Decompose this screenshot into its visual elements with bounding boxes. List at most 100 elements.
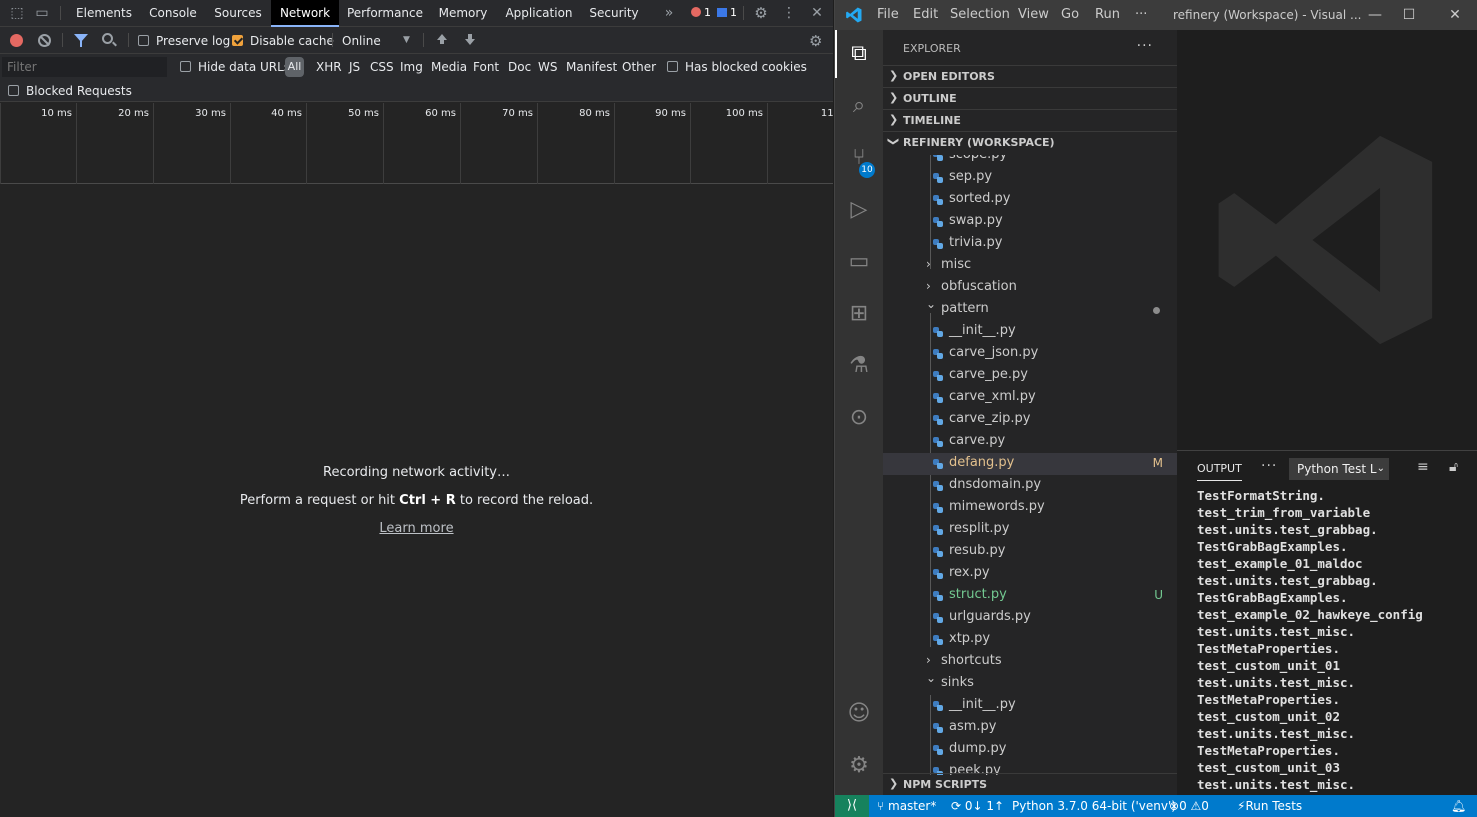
settings-gear-icon[interactable]: ⚙: [752, 4, 770, 22]
section-outline[interactable]: ❯ OUTLINE: [883, 87, 1177, 109]
menu-go[interactable]: Go: [1061, 7, 1079, 22]
tree-file[interactable]: struct.py U: [883, 585, 1177, 607]
problems-indicator[interactable]: ⊗0 ⚠0: [1169, 799, 1209, 813]
throttling-select[interactable]: Online: [342, 34, 381, 48]
filter-type-img[interactable]: Img: [400, 60, 423, 74]
filter-type-ws[interactable]: WS: [538, 60, 557, 74]
filter-type-doc[interactable]: Doc: [508, 60, 531, 74]
search-icon[interactable]: ⌕: [835, 82, 883, 130]
tab-console[interactable]: Console: [140, 0, 206, 27]
tree-folder[interactable]: › obfuscation: [883, 277, 1177, 299]
output-channel-select[interactable]: Python Test L ⌄: [1289, 458, 1389, 480]
tree-file[interactable]: defang.py M: [883, 453, 1177, 475]
notifications-bell-icon[interactable]: 🔔︎: [1451, 799, 1466, 813]
tree-file[interactable]: rex.py: [883, 563, 1177, 585]
git-graph-icon[interactable]: ⊙: [835, 394, 883, 442]
filter-type-js[interactable]: JS: [349, 60, 360, 74]
section-workspace[interactable]: ❯ REFINERY (WORKSPACE): [883, 131, 1177, 153]
tree-file[interactable]: resub.py: [883, 541, 1177, 563]
source-control-icon[interactable]: ⑂ 10: [835, 134, 883, 182]
remote-explorer-icon[interactable]: ▭: [835, 238, 883, 286]
filter-type-css[interactable]: CSS: [370, 60, 394, 74]
tree-file[interactable]: __init__.py: [883, 321, 1177, 343]
tree-file[interactable]: carve_pe.py: [883, 365, 1177, 387]
filter-type-media[interactable]: Media: [431, 60, 467, 74]
maximize-icon[interactable]: ☐: [1399, 5, 1419, 25]
tree-folder[interactable]: › misc: [883, 255, 1177, 277]
panel-more-icon[interactable]: ···: [1261, 458, 1277, 474]
menu-file[interactable]: File: [877, 7, 899, 22]
network-settings-gear-icon[interactable]: ⚙: [809, 33, 822, 49]
filter-toggle-icon[interactable]: [74, 34, 88, 47]
tab-sources[interactable]: Sources: [206, 0, 270, 27]
filter-type-manifest[interactable]: Manifest: [566, 60, 617, 74]
menu-run[interactable]: Run: [1095, 7, 1120, 22]
lock-scroll-icon[interactable]: 🔓︎: [1449, 459, 1458, 475]
tree-file[interactable]: carve_json.py: [883, 343, 1177, 365]
close-devtools-icon[interactable]: ✕: [808, 4, 826, 22]
tree-file[interactable]: carve_xml.py: [883, 387, 1177, 409]
tree-file[interactable]: dump.py: [883, 739, 1177, 761]
tree-folder[interactable]: › shortcuts: [883, 651, 1177, 673]
search-icon[interactable]: [102, 33, 113, 44]
section-timeline[interactable]: ❯ TIMELINE: [883, 109, 1177, 131]
tab-network[interactable]: Network: [271, 0, 339, 27]
menu-edit[interactable]: Edit: [913, 7, 938, 22]
minimize-icon[interactable]: —: [1365, 5, 1385, 25]
explorer-icon[interactable]: ⧉: [835, 30, 883, 78]
record-button[interactable]: [10, 34, 23, 47]
python-interpreter[interactable]: Python 3.7.0 64-bit ('venv'): [1012, 799, 1176, 813]
sync-indicator[interactable]: ⟳ 0↓ 1↑: [951, 799, 1004, 813]
run-debug-icon[interactable]: ▷: [835, 186, 883, 234]
menu-more-icon[interactable]: ···: [1135, 7, 1147, 22]
disable-cache-checkbox[interactable]: [232, 35, 243, 46]
tree-file[interactable]: xtp.py: [883, 629, 1177, 651]
tree-file[interactable]: resplit.py: [883, 519, 1177, 541]
tree-folder[interactable]: ⌄ sinks: [883, 671, 1177, 695]
clear-button[interactable]: [38, 34, 51, 47]
tab-application[interactable]: Application: [498, 0, 580, 27]
tree-file[interactable]: scope.py: [883, 155, 1177, 167]
filter-type-font[interactable]: Font: [473, 60, 499, 74]
tree-file[interactable]: asm.py: [883, 717, 1177, 739]
tree-file[interactable]: mimewords.py: [883, 497, 1177, 519]
extensions-icon[interactable]: ⊞: [835, 290, 883, 338]
tab-performance[interactable]: Performance: [339, 0, 431, 27]
output-log[interactable]: TestFormatString. test_trim_from_variable…: [1197, 487, 1467, 792]
timeline-overview[interactable]: 10 ms 20 ms 30 ms 40 ms 50 ms 60 ms 70 ms 80 ms…: [0, 103, 840, 184]
testing-flask-icon[interactable]: ⚗: [835, 342, 883, 390]
filter-type-all[interactable]: All: [285, 57, 304, 77]
tree-file[interactable]: carve.py: [883, 431, 1177, 453]
learn-more-link[interactable]: Learn more: [0, 521, 833, 536]
hide-data-urls-checkbox[interactable]: [180, 61, 191, 72]
errors-badge[interactable]: 1: [691, 6, 711, 20]
inspect-element-icon[interactable]: ⬚: [8, 4, 26, 22]
has-blocked-cookies-checkbox[interactable]: [667, 61, 678, 72]
explorer-more-icon[interactable]: ···: [1137, 38, 1153, 54]
tree-file[interactable]: sep.py: [883, 167, 1177, 189]
kebab-menu-icon[interactable]: ⋮: [780, 4, 798, 22]
tree-file[interactable]: carve_zip.py: [883, 409, 1177, 431]
section-open-editors[interactable]: ❯ OPEN EDITORS: [883, 65, 1177, 87]
tree-file[interactable]: swap.py: [883, 211, 1177, 233]
blocked-requests-checkbox[interactable]: [8, 85, 19, 96]
clear-output-icon[interactable]: ≡: [1417, 459, 1429, 475]
import-har-icon[interactable]: [437, 34, 447, 46]
preserve-log-checkbox[interactable]: [138, 35, 149, 46]
tab-memory[interactable]: Memory: [431, 0, 495, 27]
messages-badge[interactable]: 1: [717, 6, 737, 20]
tree-file[interactable]: dnsdomain.py: [883, 475, 1177, 497]
tab-security[interactable]: Security: [580, 0, 648, 27]
tree-file[interactable]: sorted.py: [883, 189, 1177, 211]
filter-input[interactable]: [2, 57, 167, 77]
run-tests-button[interactable]: ⚡Run Tests: [1237, 799, 1302, 813]
filter-type-other[interactable]: Other: [622, 60, 656, 74]
more-tabs-icon[interactable]: »: [660, 4, 678, 22]
manage-gear-icon[interactable]: ⚙: [835, 742, 883, 790]
export-har-icon[interactable]: [465, 34, 475, 46]
tree-folder[interactable]: ⌄ pattern: [883, 297, 1177, 321]
tab-elements[interactable]: Elements: [68, 0, 140, 27]
tree-file[interactable]: urlguards.py: [883, 607, 1177, 629]
device-toolbar-icon[interactable]: ▭: [33, 4, 51, 22]
tree-file[interactable]: __init__.py: [883, 695, 1177, 717]
